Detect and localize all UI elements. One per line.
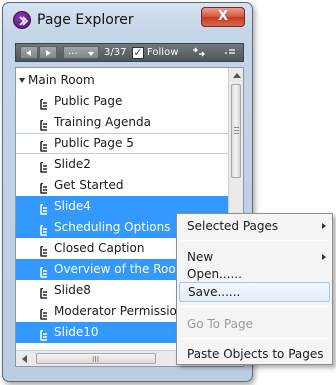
page-icon — [39, 180, 48, 194]
page-item-label: Slide8 — [54, 283, 91, 297]
scroll-up-arrow-icon[interactable] — [233, 73, 241, 78]
menu-separator — [181, 338, 328, 339]
tree-room-main[interactable]: Main Room — [16, 70, 229, 91]
more-label: ... — [68, 46, 78, 57]
link-icon[interactable] — [192, 47, 206, 60]
horizontal-scroll-thumb[interactable]: III — [36, 353, 156, 364]
next-page-button[interactable] — [39, 46, 57, 59]
toolbar: ... 3/37 ✓ Follow — [15, 43, 244, 62]
vertical-scroll-thumb[interactable] — [231, 84, 241, 178]
menu-item-open[interactable]: Open...... — [177, 264, 332, 284]
page-item-label: Slide4 — [54, 199, 91, 213]
page-icon — [39, 117, 48, 131]
page-item-label: Public Page 5 — [54, 136, 134, 150]
page-tree-item[interactable]: Slide2 — [16, 154, 229, 175]
page-counter: 3/37 — [104, 47, 127, 58]
app-logo-icon — [13, 11, 31, 29]
page-item-label: Moderator Permissions — [54, 304, 191, 318]
scroll-grip: III — [92, 355, 100, 364]
menu-separator — [181, 306, 328, 307]
page-icon — [39, 139, 48, 152]
menu-item-label: Open...... — [187, 267, 242, 281]
close-button[interactable]: X — [201, 7, 245, 27]
page-icon — [39, 327, 48, 341]
page-icon — [39, 96, 48, 110]
menu-item-label: Selected Pages — [187, 219, 279, 233]
page-icon — [39, 243, 48, 257]
grip-line — [234, 127, 239, 128]
previous-page-button[interactable] — [20, 46, 38, 59]
menu-item-label: Paste Objects to Pages — [187, 347, 324, 361]
follow-checkbox[interactable]: ✓ — [132, 47, 144, 59]
page-icon — [39, 159, 48, 173]
page-icon — [39, 285, 48, 299]
page-icon — [39, 222, 48, 236]
menu-item-label: Go To Page — [187, 317, 253, 331]
page-tree-item[interactable]: Get Started — [16, 175, 229, 196]
context-menu: Selected Pages New Open...... Save...... Go … — [176, 213, 333, 365]
submenu-arrow-icon — [322, 223, 326, 229]
menu-item-label: Save...... — [188, 285, 241, 299]
page-icon — [39, 201, 48, 215]
more-dropdown[interactable]: ... — [63, 46, 99, 59]
chevron-down-icon — [88, 52, 94, 56]
page-tree-item[interactable]: Training Agenda — [16, 112, 229, 133]
room-label: Main Room — [28, 73, 95, 87]
menu-item-label: New — [187, 250, 214, 264]
title-bar[interactable]: Page Explorer X — [3, 3, 252, 33]
menu-item-go-to-page[interactable]: Go To Page — [177, 314, 332, 334]
menu-separator — [181, 240, 328, 241]
page-icon — [39, 264, 48, 278]
menu-lines-icon[interactable] — [224, 47, 236, 60]
page-icon — [39, 306, 48, 320]
follow-label[interactable]: Follow — [147, 47, 178, 58]
page-item-label: Training Agenda — [54, 115, 151, 129]
page-tree-item[interactable]: Public Page — [16, 91, 229, 112]
page-item-label: Closed Caption — [54, 241, 145, 255]
arrow-left-icon — [26, 50, 31, 56]
grip-line — [234, 130, 239, 131]
page-item-label: Get Started — [54, 178, 124, 192]
menu-item-save[interactable]: Save...... — [179, 282, 330, 302]
grip-line — [234, 133, 239, 134]
page-item-label: Slide10 — [54, 325, 99, 339]
menu-item-selected-pages[interactable]: Selected Pages — [177, 216, 332, 236]
window-title: Page Explorer — [37, 12, 134, 28]
page-item-label: Slide2 — [54, 157, 91, 171]
scroll-left-arrow-icon[interactable] — [22, 355, 27, 363]
page-tree-item[interactable]: Public Page 5 — [16, 133, 229, 154]
submenu-arrow-icon — [322, 254, 326, 260]
page-item-label: Overview of the Room — [54, 262, 188, 276]
expand-triangle-icon[interactable] — [19, 78, 25, 83]
arrow-right-icon — [46, 50, 51, 56]
page-item-label: Scheduling Options — [54, 220, 171, 234]
menu-item-paste-objects[interactable]: Paste Objects to Pages — [177, 344, 332, 364]
page-item-label: Public Page — [54, 94, 123, 108]
